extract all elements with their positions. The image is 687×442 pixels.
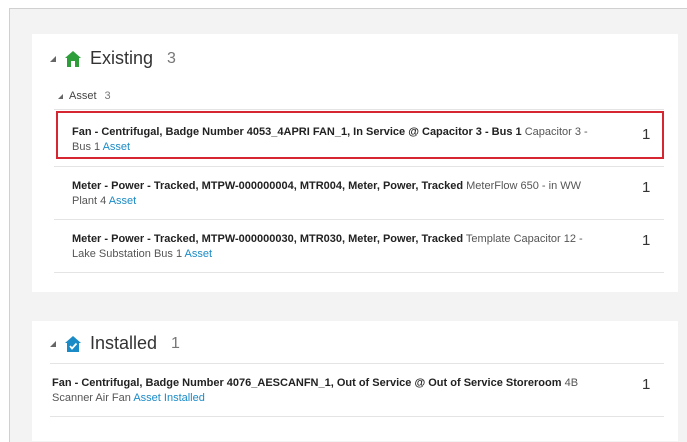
item-count: 1 xyxy=(642,179,651,196)
item-count: 1 xyxy=(642,232,651,249)
installed-section: Installed 1 Fan - Centrifugal, Badge Num… xyxy=(32,321,678,441)
item-detail: MeterFlow 650 - in WW xyxy=(463,180,582,192)
collapse-triangle-icon[interactable] xyxy=(50,55,56,62)
item-detail: 4B xyxy=(561,377,579,389)
divider xyxy=(54,272,664,273)
item-detail: Template Capacitor 12 - xyxy=(463,233,583,245)
house-check-icon xyxy=(64,335,82,353)
asset-link[interactable]: Asset xyxy=(103,141,131,153)
asset-installed-link[interactable]: Asset Installed xyxy=(133,392,205,404)
existing-title: Existing xyxy=(90,48,154,68)
asset-group-label: Asset xyxy=(69,90,97,102)
divider xyxy=(50,416,664,417)
item-detail-2: Scanner Air Fan xyxy=(52,392,131,404)
divider xyxy=(50,363,664,364)
house-icon xyxy=(64,50,82,68)
item-title: Meter - Power - Tracked, MTPW-000000004,… xyxy=(72,180,464,192)
installed-count: 1 xyxy=(171,334,180,352)
item-title: Fan - Centrifugal, Badge Number 4053_4AP… xyxy=(72,126,522,138)
asset-link[interactable]: Asset xyxy=(109,195,137,207)
asset-group-header[interactable]: Asset 3 xyxy=(58,90,111,102)
asset-link[interactable]: Asset xyxy=(185,248,213,260)
item-title: Fan - Centrifugal, Badge Number 4076_AES… xyxy=(52,377,562,389)
list-item[interactable]: Meter - Power - Tracked, MTPW-000000004,… xyxy=(72,179,632,209)
existing-count: 3 xyxy=(167,49,176,67)
existing-header[interactable]: Existing 3 xyxy=(50,48,176,69)
item-count: 1 xyxy=(642,126,651,143)
divider xyxy=(54,166,664,167)
item-detail: Capacitor 3 - xyxy=(521,126,588,138)
list-item[interactable]: Fan - Centrifugal, Badge Number 4076_AES… xyxy=(52,376,622,406)
asset-group-count: 3 xyxy=(104,90,111,102)
installed-title: Installed xyxy=(90,333,158,353)
item-detail-2: Plant 4 xyxy=(72,195,107,207)
divider xyxy=(54,109,664,110)
existing-section: Existing 3 Asset 3 Fan - Centrifugal, Ba… xyxy=(32,34,678,292)
collapse-triangle-icon[interactable] xyxy=(50,340,56,347)
item-title: Meter - Power - Tracked, MTPW-000000030,… xyxy=(72,233,464,245)
item-count: 1 xyxy=(642,376,651,393)
item-detail-2: Lake Substation Bus 1 xyxy=(72,248,183,260)
list-item[interactable]: Meter - Power - Tracked, MTPW-000000030,… xyxy=(72,232,632,262)
divider xyxy=(54,219,664,220)
list-item[interactable]: Fan - Centrifugal, Badge Number 4053_4AP… xyxy=(72,125,632,155)
installed-header[interactable]: Installed 1 xyxy=(50,333,180,354)
collapse-triangle-icon[interactable] xyxy=(58,93,63,99)
item-detail-2: Bus 1 xyxy=(72,141,101,153)
